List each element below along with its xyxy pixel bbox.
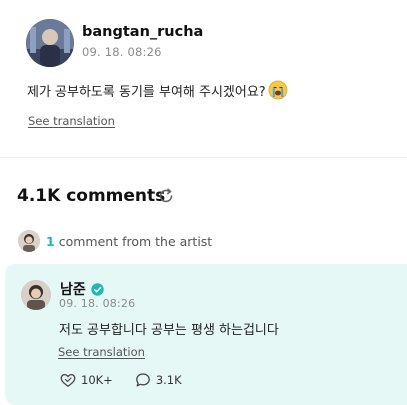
like-button[interactable]: 10K+ bbox=[60, 373, 113, 388]
comment-see-translation-link[interactable]: See translation bbox=[58, 345, 145, 359]
artist-comment-count: 1 bbox=[46, 233, 55, 249]
post-timestamp: 09. 18. 08:26 bbox=[82, 45, 162, 59]
post-text-content: 제가 공부하도록 동기를 부여해 주시겠어요? bbox=[27, 84, 266, 100]
comment-author-avatar[interactable] bbox=[21, 280, 51, 310]
comment-actions: 10K+ 3.1K bbox=[60, 372, 204, 388]
reply-button[interactable]: 3.1K bbox=[135, 372, 182, 388]
comment-author[interactable]: 남준 bbox=[60, 279, 104, 299]
verified-check-icon bbox=[91, 282, 104, 296]
comments-count-title: 4.1K comments bbox=[17, 186, 166, 206]
loudly-crying-face-icon bbox=[268, 80, 288, 100]
speech-bubble-icon bbox=[135, 373, 150, 387]
refresh-icon[interactable] bbox=[157, 187, 175, 205]
comment-author-name: 남준 bbox=[60, 282, 86, 298]
post-see-translation-link[interactable]: See translation bbox=[28, 114, 115, 128]
artist-comment-card: 남준 09. 18. 08:26 저도 공부합니다 공부는 평생 하는겁니다 S… bbox=[5, 264, 407, 405]
artist-comments-link[interactable]: 1 comment from the artist bbox=[18, 230, 212, 252]
post-detail-page: bangtan_rucha 09. 18. 08:26 제가 공부하도록 동기를… bbox=[0, 0, 407, 405]
artist-comment-label: comment from the artist bbox=[58, 233, 213, 249]
post-text: 제가 공부하도록 동기를 부여해 주시겠어요? bbox=[27, 80, 288, 100]
heart-like-icon bbox=[60, 373, 76, 387]
post-author-username[interactable]: bangtan_rucha bbox=[82, 24, 203, 40]
reply-count: 3.1K bbox=[155, 373, 182, 387]
artist-avatar bbox=[18, 230, 40, 252]
comment-timestamp: 09. 18. 08:26 bbox=[59, 297, 136, 310]
like-count: 10K+ bbox=[81, 373, 113, 387]
section-divider bbox=[0, 157, 407, 158]
post-author-avatar[interactable] bbox=[26, 19, 74, 67]
comment-text: 저도 공부합니다 공부는 평생 하는겁니다 bbox=[59, 323, 279, 338]
